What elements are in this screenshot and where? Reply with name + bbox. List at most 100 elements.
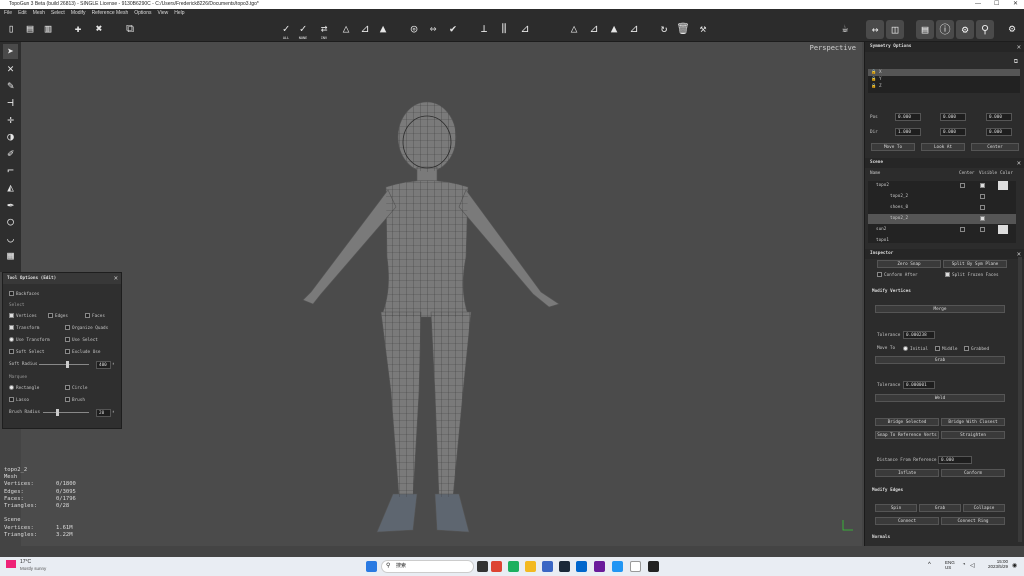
conform-button[interactable]: Conform [941,469,1005,477]
smooth-tool-icon[interactable]: ◡ [3,231,18,246]
soft-radius-slider[interactable] [39,364,89,365]
reference-load-icon[interactable]: ⧉ [122,22,138,38]
close-window-button[interactable]: ✕ [1013,0,1018,9]
symmetry-icon[interactable]: ↔ [866,20,884,39]
app4-icon[interactable] [630,561,641,572]
create-tool-icon[interactable]: ✕ [3,61,18,76]
split-by-sym-button[interactable]: Split By Sym Plane [943,260,1007,268]
flip-select-icon[interactable]: ▲ [606,22,622,38]
circle-tool-icon[interactable]: ○ [3,214,18,229]
connect-button[interactable]: Connect [875,517,939,525]
edge-icon[interactable] [508,561,519,572]
brush-tool-icon[interactable]: ◑ [3,129,18,144]
menu-modify[interactable]: Modify [71,9,86,18]
grid-tool-icon[interactable]: ▦ [3,248,18,263]
maximize-button[interactable]: ☐ [994,0,999,9]
menu-select[interactable]: Select [51,9,65,18]
grow-selection-icon[interactable]: △ [338,22,354,38]
draw-tool-icon[interactable]: ✎ [3,78,18,93]
look-at-button[interactable]: Look At [921,143,965,151]
menu-view[interactable]: View [157,9,168,18]
snap-to-reference-button[interactable]: Snap To Reference Verts [875,431,939,439]
new-file-icon[interactable]: ▯ [3,22,19,38]
language-indicator[interactable]: ENG US [945,560,955,570]
axis-z-item[interactable]: 🔒 Z [868,83,1020,90]
bridge-with-closest-button[interactable]: Bridge With Closest [941,418,1005,426]
dir-x-field[interactable]: 1.000 [895,128,921,136]
start-icon[interactable] [366,561,377,572]
move-to-button[interactable]: Move To [871,143,915,151]
menu-help[interactable]: Help [174,9,184,18]
axis-y-item[interactable]: 🔒 Y [868,76,1020,83]
collapse-button[interactable]: Collapse [963,504,1005,512]
exclude-use-checkbox[interactable]: Exclude Use [65,349,100,355]
cut-tool-icon[interactable]: ⌐ [3,163,18,178]
hide-icon[interactable]: ◎ [406,22,422,38]
use-transform-radio[interactable]: Use Transform [9,337,50,343]
initial-radio[interactable]: Initial [903,346,928,352]
weld-button[interactable]: Weld [875,394,1005,402]
app-icon[interactable] [576,561,587,572]
save-as-icon[interactable]: ▥ [40,22,56,38]
scene-row[interactable]: topo2_2 [868,192,1016,202]
grab-button[interactable]: Grab [875,356,1005,364]
select-all-button[interactable]: ✓ ALL [278,22,294,40]
use-select-checkbox[interactable]: Use Select [65,337,98,343]
unhide-icon[interactable]: ⇔ [425,22,441,38]
topogun-taskbar-icon[interactable] [648,561,659,572]
scene-row[interactable]: sun2 [868,225,1016,235]
info-icon[interactable]: ⓘ [936,20,954,39]
3d-viewport[interactable]: Perspective [21,42,862,546]
gear-icon[interactable]: ⚙ [1004,22,1020,38]
settings-toggle-icon[interactable]: ⚙ [956,20,974,39]
soft-radius-handle[interactable] [66,361,69,368]
weather-icon[interactable] [6,560,16,568]
zero-snap-button[interactable]: Zero Snap [877,260,941,268]
bridge-selected-button[interactable]: Bridge Selected [875,418,939,426]
mirror-icon[interactable]: ◫ [886,20,904,39]
grabbed-checkbox[interactable]: Grabbed [964,346,989,352]
refresh-icon[interactable]: ↻ [656,22,672,38]
tolerance-2-field[interactable]: 0.000001 [903,381,935,389]
rectangle-radio[interactable]: Rectangle [9,385,39,391]
app3-icon[interactable] [612,561,623,572]
center-button[interactable]: Center [971,143,1019,151]
soft-radius-field[interactable]: 400 [96,361,111,369]
select-invert-button[interactable]: ⇄ INV [316,22,332,40]
chrome-icon[interactable] [491,561,502,572]
select-none-button[interactable]: ✓ NONE [295,22,311,40]
menu-reference-mesh[interactable]: Reference Mesh [92,9,129,18]
teapot-icon[interactable]: ☕ [837,22,853,38]
search-box[interactable]: 搜索 [381,560,474,573]
fill-tool-icon[interactable]: ◭ [3,180,18,195]
inspector-scrollbar[interactable] [1018,257,1022,542]
tolerance-1-field[interactable]: 0.000238 [903,331,935,339]
middle-checkbox[interactable]: Middle [935,346,958,352]
scene-row[interactable]: topo2 [868,181,1016,191]
straighten-button[interactable]: Straighten [941,431,1005,439]
brush-radius-field[interactable]: 20 [96,409,111,417]
faces-checkbox[interactable]: Faces [85,313,105,319]
split-frozen-checkbox[interactable]: Split Frozen Faces [945,272,999,278]
shrink-selection-icon[interactable]: ⊿ [357,22,373,38]
panel-icon[interactable]: ▤ [916,20,934,39]
align-icon[interactable]: ⊥ [476,22,492,38]
explorer-icon[interactable] [525,561,536,572]
pos-y-field[interactable]: 0.000 [940,113,966,121]
menu-mesh[interactable]: Mesh [33,9,45,18]
grab-edges-button[interactable]: Grab [919,504,961,512]
soft-radius-spinner-icon[interactable]: ⬍ [112,361,114,366]
freeze-icon[interactable]: ✔ [445,22,461,38]
scene-row[interactable]: topo2_2 [868,214,1016,224]
save-icon[interactable]: ▤ [22,22,38,38]
weather-temp[interactable]: 17°C [20,559,31,565]
transform-checkbox[interactable]: Transform [9,325,39,331]
notification-icon[interactable]: ◉ [1012,562,1017,569]
close-icon[interactable]: ✕ [1017,43,1021,51]
tray-chevron-icon[interactable]: ^ [928,562,931,568]
edges-checkbox[interactable]: Edges [48,313,68,319]
relax-icon[interactable]: ⊿ [517,22,533,38]
conform-after-checkbox[interactable]: Conform After [877,272,918,278]
brush-checkbox[interactable]: Brush [65,397,85,403]
mirror-select-icon[interactable]: ⊿ [586,22,602,38]
